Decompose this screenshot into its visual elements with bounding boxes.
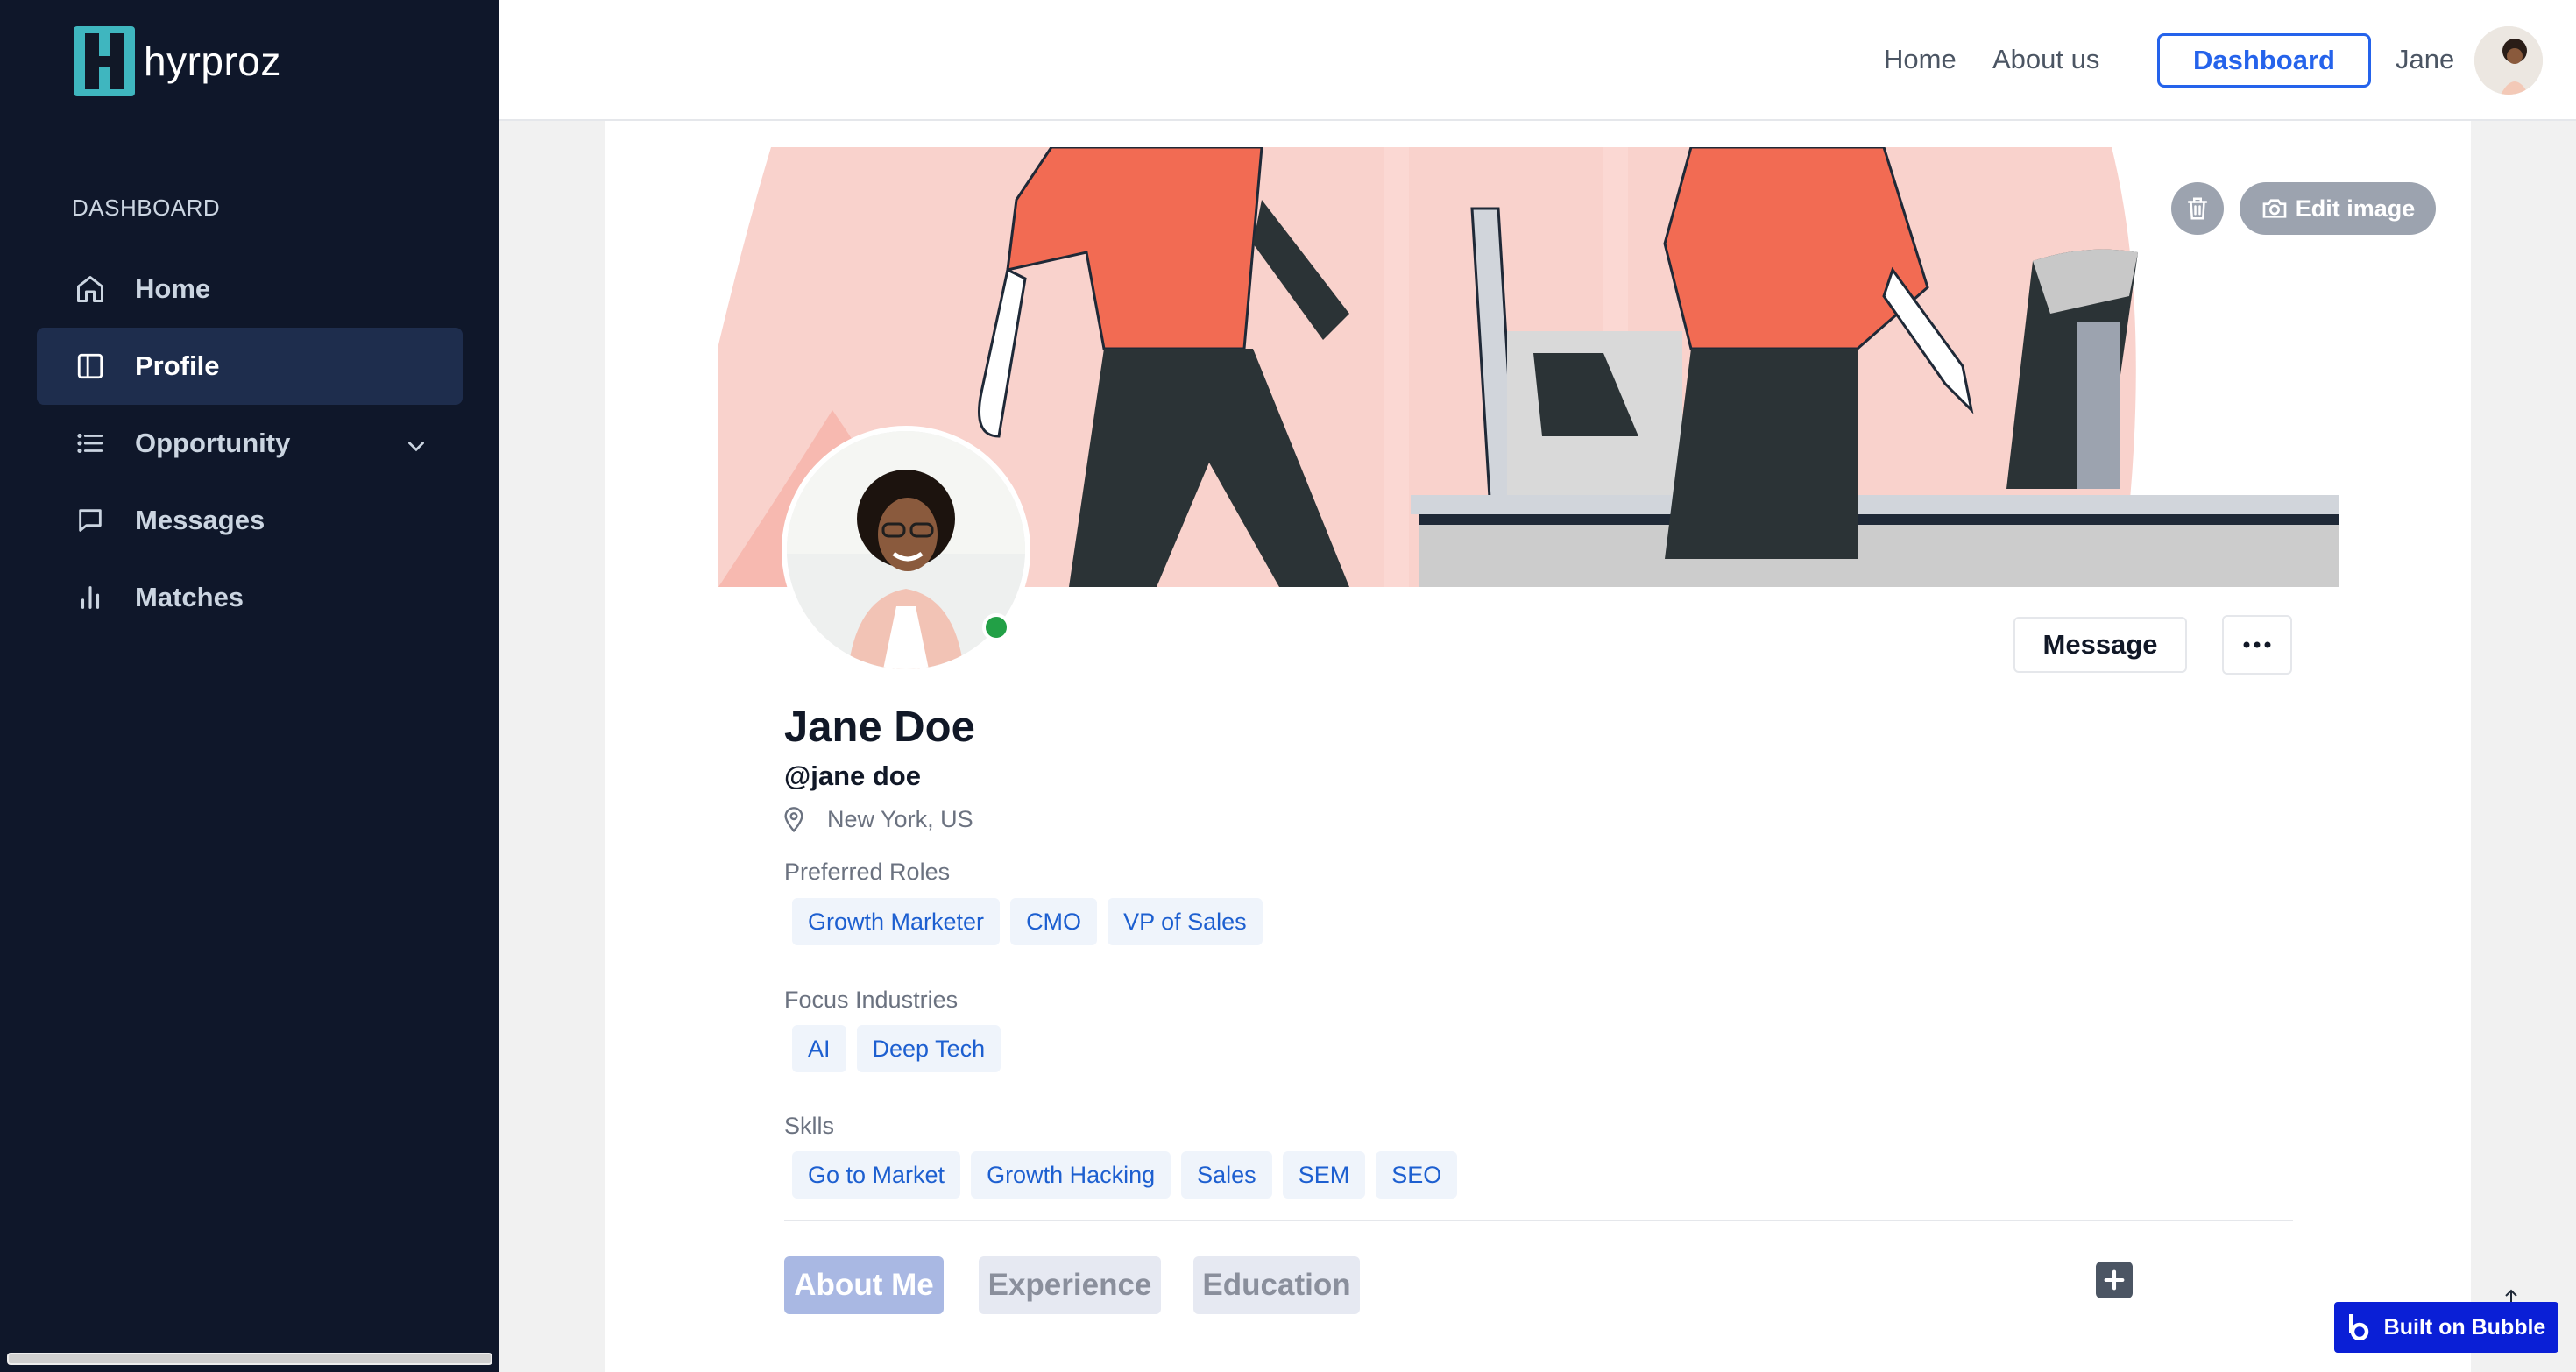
preferred-roles-label: Preferred Roles xyxy=(784,859,951,885)
skills-label: Sklls xyxy=(784,1113,835,1139)
logo-mark-icon xyxy=(74,26,135,96)
bubble-label: Built on Bubble xyxy=(2383,1314,2546,1340)
dashboard-button[interactable]: Dashboard xyxy=(2157,33,2371,88)
skill-tag[interactable]: Growth Hacking xyxy=(971,1151,1171,1199)
sidebar-section-title: DASHBOARD xyxy=(72,194,221,221)
edit-image-label: Edit image xyxy=(2295,194,2416,222)
bubble-logo-icon xyxy=(2348,1314,2368,1340)
sidebar-item-profile[interactable]: Profile xyxy=(37,328,463,405)
tab-about-me[interactable]: About Me xyxy=(784,1256,944,1314)
role-tag[interactable]: CMO xyxy=(1010,898,1098,945)
message-button[interactable]: Message xyxy=(2013,617,2187,673)
sidebar-item-label: Matches xyxy=(135,582,244,612)
add-section-button[interactable] xyxy=(2096,1262,2133,1298)
list-icon xyxy=(72,425,109,462)
skill-tag[interactable]: SEO xyxy=(1376,1151,1458,1199)
more-horizontal-icon xyxy=(2243,641,2271,648)
preferred-roles-tags: Growth Marketer CMO VP of Sales xyxy=(792,898,1263,945)
profile-icon xyxy=(72,348,109,385)
skill-tag[interactable]: SEM xyxy=(1282,1151,1366,1199)
sidebar-item-label: Opportunity xyxy=(135,428,291,458)
profile-handle: @jane doe xyxy=(784,760,921,791)
nav-home-link[interactable]: Home xyxy=(1884,44,1957,75)
sidebar-scrollbar[interactable] xyxy=(7,1353,492,1365)
user-avatar[interactable] xyxy=(2474,26,2543,95)
sidebar-item-opportunity[interactable]: Opportunity xyxy=(37,405,463,482)
sidebar-item-label: Profile xyxy=(135,350,220,381)
logo[interactable]: hyrproz xyxy=(74,26,281,96)
built-on-bubble-badge[interactable]: Built on Bubble xyxy=(2334,1302,2558,1353)
sidebar-item-home[interactable]: Home xyxy=(37,251,463,328)
industry-tag[interactable]: Deep Tech xyxy=(856,1025,1001,1072)
role-tag[interactable]: VP of Sales xyxy=(1108,898,1263,945)
message-icon xyxy=(72,502,109,539)
more-options-button[interactable] xyxy=(2222,615,2292,675)
sidebar-item-matches[interactable]: Matches xyxy=(37,559,463,636)
nav-about-link[interactable]: About us xyxy=(1992,44,2099,75)
focus-industries-tags: AI Deep Tech xyxy=(792,1025,1001,1072)
plus-icon xyxy=(2104,1269,2125,1291)
sidebar-item-label: Home xyxy=(135,273,211,304)
bar-chart-icon xyxy=(72,579,109,616)
brand-name: hyrproz xyxy=(144,39,281,84)
section-divider xyxy=(784,1220,2293,1221)
trash-icon xyxy=(2187,197,2208,220)
tab-experience[interactable]: Experience xyxy=(979,1256,1161,1314)
user-name[interactable]: Jane xyxy=(2396,44,2454,75)
home-icon xyxy=(72,271,109,308)
skill-tag[interactable]: Sales xyxy=(1181,1151,1272,1199)
skills-tags: Go to Market Growth Hacking Sales SEM SE… xyxy=(792,1151,1458,1199)
camera-icon xyxy=(2262,199,2287,218)
sidebar-item-messages[interactable]: Messages xyxy=(37,482,463,559)
role-tag[interactable]: Growth Marketer xyxy=(792,898,1001,945)
edit-image-button[interactable]: Edit image xyxy=(2240,182,2436,235)
focus-industries-label: Focus Industries xyxy=(784,987,959,1013)
sidebar-item-label: Messages xyxy=(135,505,265,535)
industry-tag[interactable]: AI xyxy=(792,1025,846,1072)
location-text: New York, US xyxy=(827,805,973,832)
location-pin-icon xyxy=(784,807,803,833)
profile-name: Jane Doe xyxy=(784,704,975,751)
sidebar: hyrproz DASHBOARD Home Profile Opportuni… xyxy=(0,0,499,1372)
chevron-down-icon[interactable] xyxy=(405,433,428,464)
skill-tag[interactable]: Go to Market xyxy=(792,1151,961,1199)
profile-location: New York, US xyxy=(780,804,973,834)
delete-image-button[interactable] xyxy=(2171,182,2224,235)
online-status-indicator xyxy=(982,613,1010,641)
tab-education[interactable]: Education xyxy=(1193,1256,1360,1314)
